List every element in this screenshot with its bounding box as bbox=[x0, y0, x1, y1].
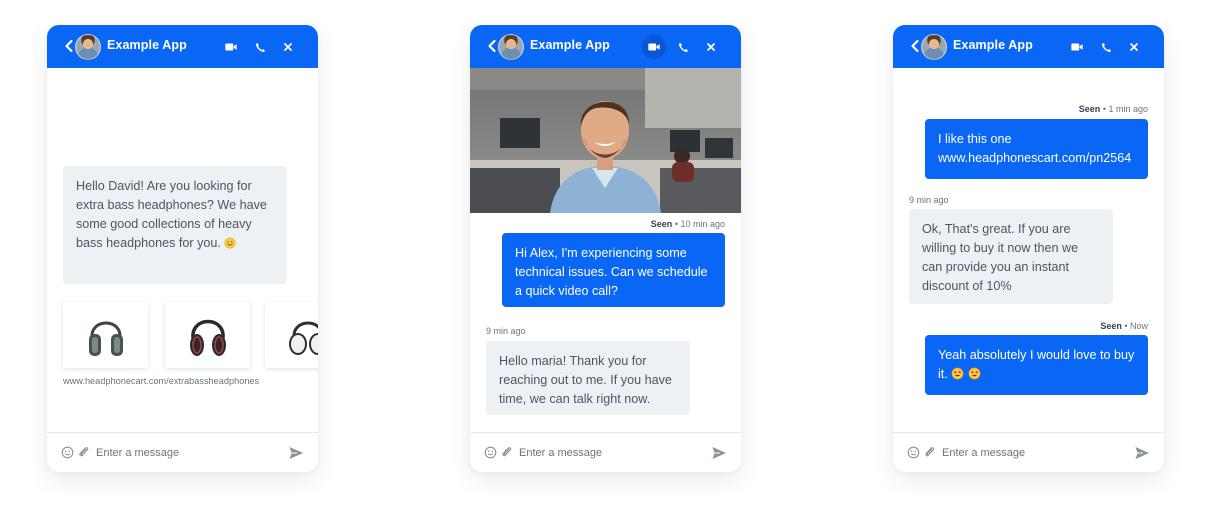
chat-widget-2: Example App Seen • 10 min ago Hi Alex, I… bbox=[470, 25, 741, 472]
chat-widget-3: Example App Seen • 1 min ago I like this… bbox=[893, 25, 1164, 472]
message-text: Hi Alex, I'm experiencing some technical… bbox=[515, 246, 708, 298]
message-text: Hello David! Are you looking for extra b… bbox=[76, 179, 267, 250]
message-meta: 9 min ago bbox=[486, 326, 526, 336]
video-call-button[interactable] bbox=[1065, 35, 1089, 59]
incoming-message: Hello David! Are you looking for extra b… bbox=[63, 166, 287, 284]
avatar bbox=[75, 34, 101, 60]
timestamp: 9 min ago bbox=[909, 195, 949, 205]
star-struck-emoji-icon bbox=[951, 367, 964, 380]
video-call-preview[interactable] bbox=[470, 68, 741, 213]
app-title: Example App bbox=[530, 38, 610, 52]
attachment-icon[interactable] bbox=[500, 445, 513, 458]
close-icon bbox=[705, 41, 717, 53]
composer bbox=[893, 432, 1164, 472]
composer bbox=[47, 432, 318, 472]
close-button[interactable] bbox=[699, 35, 723, 59]
chat-header: Example App bbox=[47, 25, 318, 68]
headphones-white-icon bbox=[288, 321, 318, 355]
timestamp: 9 min ago bbox=[486, 326, 526, 336]
composer bbox=[470, 432, 741, 472]
video-call-button[interactable] bbox=[642, 35, 666, 59]
message-input[interactable] bbox=[519, 444, 699, 462]
avatar bbox=[921, 34, 947, 60]
send-icon[interactable] bbox=[288, 445, 304, 461]
headphones-red-icon bbox=[189, 319, 226, 356]
emoji-icon[interactable] bbox=[484, 446, 497, 459]
phone-icon bbox=[254, 41, 267, 54]
star-struck-emoji-icon bbox=[968, 367, 981, 380]
video-call-button[interactable] bbox=[219, 35, 243, 59]
outgoing-message: Hi Alex, I'm experiencing some technical… bbox=[502, 233, 725, 307]
message-input[interactable] bbox=[942, 444, 1122, 462]
chat-header: Example App bbox=[470, 25, 741, 68]
close-button[interactable] bbox=[1122, 35, 1146, 59]
message-list: Seen • 1 min ago I like this one www.hea… bbox=[893, 68, 1164, 432]
send-icon[interactable] bbox=[1134, 445, 1150, 461]
send-icon[interactable] bbox=[711, 445, 727, 461]
phone-call-button[interactable] bbox=[671, 35, 695, 59]
timestamp: 10 min ago bbox=[680, 219, 725, 229]
product-card[interactable] bbox=[63, 302, 148, 368]
timestamp: 1 min ago bbox=[1108, 104, 1148, 114]
smiling-face-emoji-icon bbox=[224, 237, 236, 249]
timestamp: Now bbox=[1129, 321, 1148, 331]
message-meta: Seen • 1 min ago bbox=[1078, 104, 1148, 114]
incoming-message: Ok, That's great. If you are willing to … bbox=[909, 209, 1113, 304]
message-list: Seen • 10 min ago Hi Alex, I'm experienc… bbox=[470, 68, 741, 432]
message-meta: Seen • 10 min ago bbox=[650, 219, 725, 229]
close-icon bbox=[1128, 41, 1140, 53]
headphones-dark-icon bbox=[88, 321, 123, 356]
message-text: Ok, That's great. If you are willing to … bbox=[922, 222, 1079, 293]
attachment-icon[interactable] bbox=[923, 445, 936, 458]
incoming-message: Hello maria! Thank you for reaching out … bbox=[486, 341, 690, 415]
message-meta: Seen • Now bbox=[1100, 321, 1148, 331]
phone-call-button[interactable] bbox=[248, 35, 272, 59]
chat-header: Example App bbox=[893, 25, 1164, 68]
outgoing-message: Yeah absolutely I would love to buy it. bbox=[925, 335, 1148, 395]
attachment-icon[interactable] bbox=[77, 445, 90, 458]
close-button[interactable] bbox=[276, 35, 300, 59]
message-meta: 9 min ago bbox=[909, 195, 949, 205]
message-text: I like this one www.headphonescart.com/p… bbox=[938, 132, 1132, 165]
close-icon bbox=[282, 41, 294, 53]
message-text: Hello maria! Thank you for reaching out … bbox=[499, 354, 672, 406]
emoji-icon[interactable] bbox=[907, 446, 920, 459]
product-link[interactable]: www.headphonecart.com/extrabassheadphone… bbox=[63, 376, 259, 386]
seen-status: Seen bbox=[1078, 104, 1101, 114]
phone-icon bbox=[1100, 41, 1113, 54]
outgoing-message: I like this one www.headphonescart.com/p… bbox=[925, 119, 1148, 179]
video-icon bbox=[224, 40, 238, 54]
phone-icon bbox=[677, 41, 690, 54]
video-icon bbox=[647, 40, 661, 54]
chat-widget-1: Example App Hello David! Are you looking… bbox=[47, 25, 318, 472]
video-icon bbox=[1070, 40, 1084, 54]
seen-status: Seen bbox=[650, 219, 673, 229]
emoji-icon[interactable] bbox=[61, 446, 74, 459]
avatar bbox=[498, 34, 524, 60]
product-card[interactable] bbox=[165, 302, 250, 368]
seen-status: Seen bbox=[1100, 321, 1122, 331]
product-card[interactable] bbox=[265, 302, 318, 368]
app-title: Example App bbox=[953, 38, 1033, 52]
message-input[interactable] bbox=[96, 444, 276, 462]
message-list: Hello David! Are you looking for extra b… bbox=[47, 68, 318, 432]
app-title: Example App bbox=[107, 38, 187, 52]
phone-call-button[interactable] bbox=[1094, 35, 1118, 59]
